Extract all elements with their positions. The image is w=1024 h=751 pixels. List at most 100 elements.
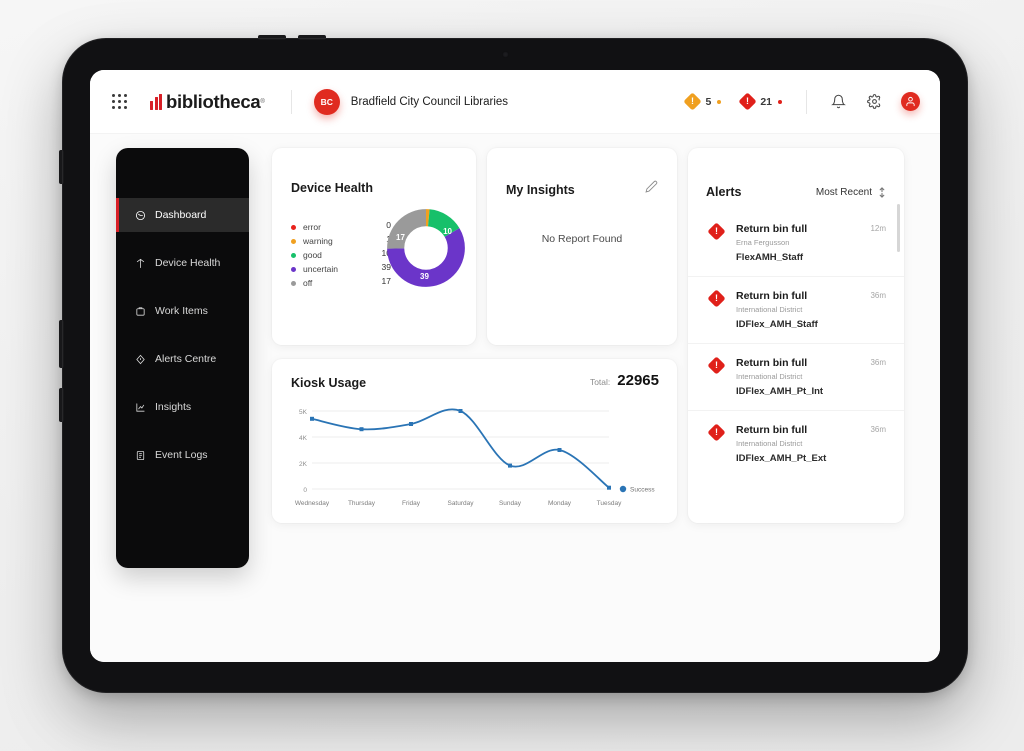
my-insights-card: My Insights No Report Found [487, 148, 677, 345]
tablet-device: bibliotheca ® BC Bradfield City Council … [59, 35, 968, 693]
settings-gear-icon[interactable] [859, 87, 889, 117]
kiosk-usage-title: Kiosk Usage [291, 376, 367, 390]
legend-label: error [303, 222, 321, 232]
legend-label: off [303, 278, 313, 288]
logo-wordmark: bibliotheca [166, 90, 261, 112]
alert-list-item[interactable]: ! Return bin full International District… [688, 410, 904, 477]
legend-label: warning [303, 236, 333, 246]
sidebar-item-label: Event Logs [155, 449, 208, 461]
side-accessory-button-2 [59, 388, 64, 422]
legend-color-dot [291, 224, 296, 230]
tenant-name: Bradfield City Council Libraries [350, 95, 509, 108]
kiosk-usage-card: Kiosk Usage Total: 22965 0 2K 4K 5K Wednesda… [272, 359, 677, 523]
warning-badge[interactable]: ! 5 [676, 92, 731, 111]
legend-item: warning [291, 234, 373, 248]
device-health-title: Device Health [291, 181, 373, 195]
alert-gem-icon [134, 354, 147, 365]
warning-diamond-icon: ! [683, 92, 703, 111]
grid-apps-icon[interactable] [112, 93, 128, 110]
alert-time: 36m [870, 291, 886, 300]
alert-title: Return bin full [736, 223, 808, 235]
sidebar-item-insights[interactable]: Insights [116, 390, 249, 424]
alert-list-item[interactable]: ! Return bin full Erna Fergusson FlexAMH… [688, 210, 904, 276]
chart-icon [134, 402, 147, 413]
device-health-legend: error warning good uncertain off [291, 220, 373, 290]
svg-text:Success: Success [630, 487, 655, 494]
no-report-message: No Report Found [541, 233, 623, 245]
donut-slice-label-off: 17 [396, 233, 405, 242]
alert-location: Erna Fergusson [736, 238, 790, 247]
gauge-icon [134, 210, 147, 221]
warning-count: 5 [705, 95, 712, 108]
header-divider-2 [806, 89, 807, 114]
alert-list-item[interactable]: ! Return bin full International District… [688, 276, 904, 343]
legend-color-dot [291, 266, 296, 272]
alerts-scrollbar[interactable] [897, 204, 900, 252]
alert-location: International District [736, 305, 803, 314]
legend-item: error [291, 220, 373, 234]
device-health-card: Device Health error warning good uncerta… [272, 148, 476, 345]
svg-text:2K: 2K [299, 461, 308, 468]
sidebar-item-work-items[interactable]: Work Items [116, 294, 249, 328]
svg-text:5K: 5K [299, 409, 308, 416]
sidebar-item-event-logs[interactable]: Event Logs [116, 438, 249, 472]
alerts-card: Alerts Most Recent ! Return bin full Ern… [688, 148, 904, 523]
error-diamond-icon: ! [707, 289, 726, 308]
kiosk-total: Total: 22965 [590, 372, 659, 389]
alert-title: Return bin full [736, 290, 808, 302]
donut-slice-label-uncertain: 39 [420, 272, 429, 281]
user-avatar-icon[interactable] [901, 92, 920, 111]
side-accessory-button [59, 320, 64, 368]
svg-text:4K: 4K [299, 435, 308, 442]
svg-text:Friday: Friday [402, 500, 421, 507]
notification-bell-icon[interactable] [823, 87, 853, 117]
svg-text:Sunday: Sunday [499, 500, 522, 507]
box-icon [134, 306, 147, 317]
tenant-selector[interactable]: BC Bradfield City Council Libraries [313, 88, 509, 115]
bibliotheca-logo[interactable]: bibliotheca ® [150, 91, 265, 113]
svg-text:Thursday: Thursday [348, 500, 376, 507]
svg-text:0: 0 [303, 487, 307, 494]
alert-list-item[interactable]: ! Return bin full International District… [688, 343, 904, 410]
scene: bibliotheca ® BC Bradfield City Council … [0, 0, 1024, 751]
pencil-edit-icon[interactable] [645, 180, 661, 196]
alerts-sort-control[interactable]: Most Recent [816, 187, 886, 198]
sidebar-item-dashboard[interactable]: Dashboard [116, 198, 249, 232]
error-diamond-icon: ! [738, 92, 758, 111]
alerts-sort-label: Most Recent [815, 186, 872, 198]
legend-color-dot [291, 280, 296, 286]
sidebar-item-alerts-centre[interactable]: Alerts Centre [116, 342, 249, 376]
front-camera [502, 51, 509, 58]
header-divider [290, 89, 292, 114]
error-diamond-icon: ! [707, 222, 726, 241]
sidebar-item-device-health[interactable]: Device Health [116, 246, 249, 280]
kiosk-total-label: Total: [589, 377, 611, 387]
legend-item: good [291, 248, 373, 262]
alerts-title: Alerts [706, 185, 742, 199]
legend-color-dot [291, 238, 296, 244]
alert-location: International District [736, 372, 803, 381]
legend-label: uncertain [303, 264, 338, 274]
my-insights-title: My Insights [506, 183, 575, 197]
alert-device: IDFlex_AMH_Pt_Ext [736, 453, 827, 464]
alerts-list[interactable]: ! Return bin full Erna Fergusson FlexAMH… [688, 210, 904, 523]
legend-label: good [303, 250, 322, 260]
logo-registered-mark: ® [260, 98, 265, 105]
error-count: 21 [760, 95, 772, 108]
legend-item: off [291, 276, 373, 290]
device-health-donut-chart: 10 39 17 [386, 208, 466, 288]
donut-slice-label-good: 10 [443, 227, 452, 236]
legend-color-dot [291, 252, 296, 258]
volume-button-down [298, 35, 326, 40]
header-actions: ! 5 ! 21 [676, 87, 920, 117]
legend-item: uncertain [291, 262, 373, 276]
sidebar-item-label: Insights [155, 401, 192, 413]
svg-text:Monday: Monday [548, 500, 572, 507]
error-diamond-icon: ! [707, 423, 726, 442]
sidebar-item-label: Dashboard [155, 209, 207, 221]
alert-content: Return bin full International District I… [736, 424, 862, 464]
pulse-icon [134, 258, 147, 269]
error-badge[interactable]: ! 21 [731, 92, 792, 111]
power-button [59, 150, 64, 184]
svg-text:Wednesday: Wednesday [295, 500, 330, 507]
